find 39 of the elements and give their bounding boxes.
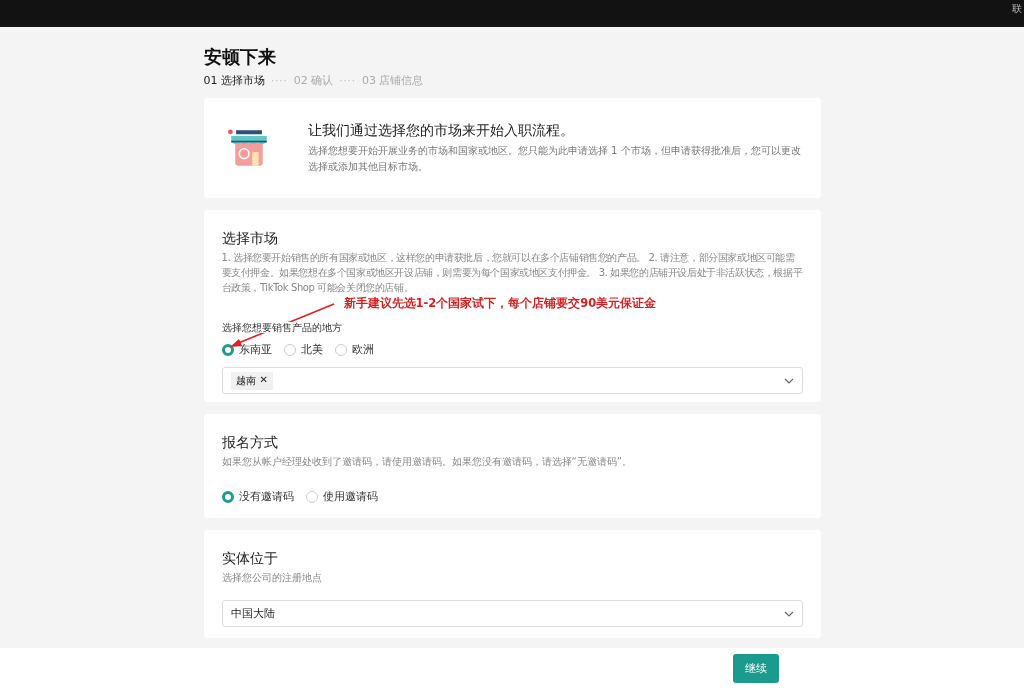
radio-option[interactable]: 北美 [283,343,323,357]
step-label: 02 确认 [293,73,334,88]
step-dots: ···· [271,75,288,86]
location-select[interactable]: 中国大陆 [221,600,803,627]
select-value: 中国大陆 [230,606,275,621]
radio-icon[interactable] [221,491,234,503]
intro-text: 选择您想要开始开展业务的市场和国家或地区。您只能为此申请选择 1 个市场，但申请获得批准后，您可以更改选择或添加其他目标市场。 [307,143,802,174]
radio-option[interactable]: 欧洲 [334,343,374,357]
chevron-down-icon [783,610,794,617]
radio-label[interactable]: 使用邀请码 [322,490,378,504]
tag-label: 越南 [235,373,256,388]
radio-option[interactable]: 没有邀请码 [221,490,294,504]
multi-select-field[interactable]: 越南 ✕ [221,367,803,394]
remove-tag-icon[interactable]: ✕ [259,373,268,388]
radio-label[interactable]: 没有邀请码 [238,490,294,504]
step-label: 03 店铺信息 [361,73,424,88]
radio-label[interactable]: 北美 [300,343,323,357]
field-label: 选择您想要销售产品的地方 [221,322,344,333]
top-link[interactable]: 联 [1012,0,1024,16]
radio-icon[interactable] [305,491,318,503]
section-heading: 报名方式 [221,434,279,452]
radio-option[interactable]: 使用邀请码 [305,490,378,504]
section-text: 选择您公司的注册地点 [221,571,323,585]
page-title: 安顿下来 [203,45,277,69]
annotation-text: 新手建议先选1-2个国家试下，每个店铺要交90美元保证金 [343,296,657,311]
section-heading: 选择市场 [221,230,279,248]
radio-icon[interactable] [283,344,296,356]
step-label: 01 选择市场 [203,73,265,88]
section-text: 如果您从帐户经理处收到了邀请码，请使用邀请码。如果您没有邀请码，请选择“无邀请码”。 [221,455,633,469]
radio-icon[interactable] [221,344,234,356]
step-dots: ···· [339,75,356,86]
section-heading: 实体位于 [221,550,279,568]
radio-icon[interactable] [334,344,347,356]
selected-tag[interactable]: 越南 ✕ [230,371,273,390]
chevron-down-icon [783,377,794,384]
intro-heading: 让我们通过选择您的市场来开始入职流程。 [307,121,575,140]
section-text: 1. 选择您要开始销售的所有国家或地区，这样您的申请获批后，您就可以在多个店铺销售您的产品。 2. 请注意，部分国家或地区可能需要支付押金。如果您想在多个国家或地区开设店铺，则需要为每个国家或地区支付押金。 3. 如果您的店铺开设后处于非活跃状态，根据平台政策，TikTok Shop 可能会关闭您的店铺。 [221,251,803,295]
radio-label[interactable]: 东南亚 [238,343,272,357]
radio-label[interactable]: 欧洲 [351,343,374,357]
